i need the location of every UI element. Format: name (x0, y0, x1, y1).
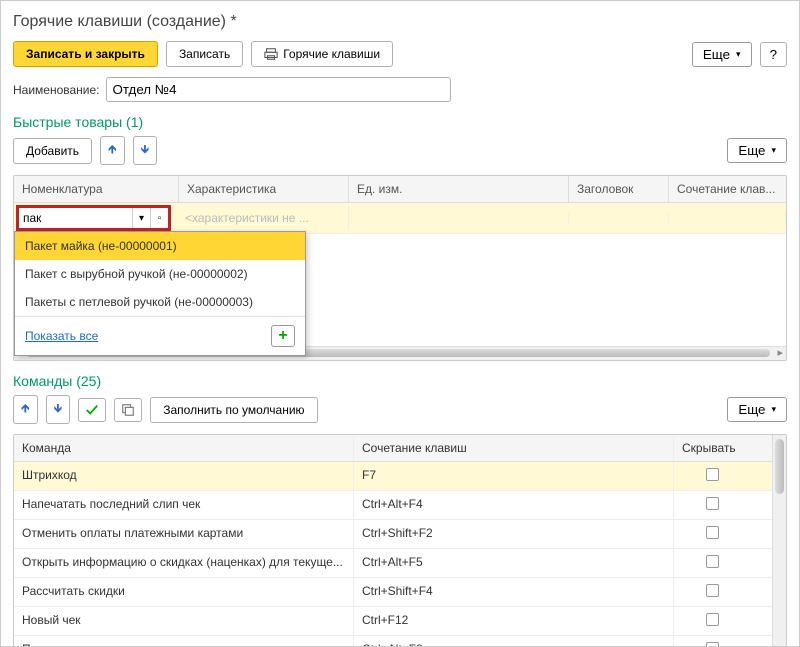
hide-checkbox[interactable] (706, 642, 719, 647)
command-row[interactable]: Рассчитать скидки Ctrl+Shift+F4 (14, 578, 772, 607)
command-row[interactable]: Штрихкод F7 (14, 462, 772, 491)
hide-checkbox[interactable] (706, 555, 719, 568)
hide-checkbox[interactable] (706, 584, 719, 597)
command-row[interactable]: Напечатать последний слип чек Ctrl+Alt+F… (14, 491, 772, 520)
unit-cell[interactable] (349, 213, 569, 223)
pencil-check-icon (85, 403, 99, 417)
dropdown-item[interactable]: Пакет с вырубной ручкой (не-00000002) (15, 260, 305, 288)
cmd-name: Штрихкод (14, 462, 354, 490)
show-all-link[interactable]: Показать все (25, 329, 98, 343)
hotkeys-button-label: Горячие клавиши (283, 47, 380, 61)
save-close-button[interactable]: Записать и закрыть (13, 41, 158, 67)
hide-checkbox[interactable] (706, 497, 719, 510)
cmd-keys: Ctrl+Shift+F2 (354, 520, 674, 548)
name-row: Наименование: (13, 77, 787, 102)
cmd-keys: Ctrl+Shift+F4 (354, 578, 674, 606)
commands-header: Команда Сочетание клавиш Скрывать (14, 435, 772, 462)
header-cell[interactable] (569, 213, 669, 223)
fast-goods-header: Номенклатура Характеристика Ед. изм. Заг… (14, 176, 786, 203)
commands-table: Команда Сочетание клавиш Скрывать Штрихк… (13, 434, 787, 647)
col-hide[interactable]: Скрывать (674, 435, 750, 461)
cmd-name: Отменить оплаты платежными картами (14, 520, 354, 548)
nomenclature-input[interactable] (19, 208, 132, 228)
move-up-button[interactable]: 🡹 (100, 136, 125, 165)
col-command-shortcut[interactable]: Сочетание клавиш (354, 435, 674, 461)
commands-title: Команды (25) (13, 373, 787, 389)
cmd-keys: Ctrl+F12 (354, 607, 674, 635)
dropdown-toggle-button[interactable]: ▾ (132, 208, 150, 228)
commands-vertical-scrollbar[interactable] (772, 435, 786, 647)
fast-goods-more-button[interactable]: Еще (727, 138, 787, 163)
printer-icon (264, 47, 278, 61)
fast-goods-body: ▾ ▫ <характеристики не ... Пакет майка (… (14, 203, 786, 346)
commands-toolbar: 🡹 🡻 Заполнить по умолчанию Еще (13, 395, 787, 424)
col-shortcut[interactable]: Сочетание клав... (669, 176, 786, 202)
add-new-button[interactable]: + (271, 325, 295, 347)
cmd-keys: Ctrl+Alt+F5 (354, 549, 674, 577)
col-header[interactable]: Заголовок (569, 176, 669, 202)
col-characteristic[interactable]: Характеристика (179, 176, 349, 202)
command-row[interactable]: Отменить оплаты платежными картами Ctrl+… (14, 520, 772, 549)
nomenclature-input-wrap: ▾ ▫ (16, 205, 171, 231)
cmd-name: Рассчитать скидки (14, 578, 354, 606)
copy-icon (121, 403, 135, 417)
cmd-keys: Ctrl+Alt+F8 (354, 636, 674, 647)
copy-button[interactable] (114, 398, 142, 422)
command-row[interactable]: Новый чек Ctrl+F12 (14, 607, 772, 636)
dropdown-item[interactable]: Пакет майка (не-00000001) (15, 232, 305, 260)
col-unit[interactable]: Ед. изм. (349, 176, 569, 202)
cmd-name: Новый чек (14, 607, 354, 635)
cmd-move-down-button[interactable]: 🡻 (46, 395, 71, 424)
window-title: Горячие клавиши (создание) * (13, 13, 787, 31)
name-input[interactable] (106, 77, 451, 102)
command-row[interactable]: Открыть информацию о скидках (наценках) … (14, 549, 772, 578)
commands-more-button[interactable]: Еще (727, 397, 787, 422)
cmd-name: Открыть информацию о скидках (наценках) … (14, 549, 354, 577)
hide-checkbox[interactable] (706, 526, 719, 539)
fast-goods-toolbar: Добавить 🡹 🡻 Еще (13, 136, 787, 165)
hotkeys-button[interactable]: Горячие клавиши (251, 41, 393, 67)
open-dialog-button[interactable]: ▫ (150, 208, 168, 228)
add-button[interactable]: Добавить (13, 138, 92, 164)
save-button[interactable]: Записать (166, 41, 243, 67)
characteristic-cell[interactable]: <характеристики не ... (179, 206, 349, 230)
cmd-name: Напечатать последний слип чек (14, 491, 354, 519)
shortcut-cell[interactable] (669, 213, 786, 223)
fast-goods-grid: Номенклатура Характеристика Ед. изм. Заг… (13, 175, 787, 361)
main-toolbar: Записать и закрыть Записать Горячие клав… (13, 41, 787, 67)
name-label: Наименование: (13, 83, 100, 97)
more-button[interactable]: Еще (692, 42, 752, 67)
move-down-button[interactable]: 🡻 (133, 136, 158, 165)
cmd-move-up-button[interactable]: 🡹 (13, 395, 38, 424)
dropdown-item[interactable]: Пакеты с петлевой ручкой (не-00000003) (15, 288, 305, 316)
cmd-keys: Ctrl+Alt+F4 (354, 491, 674, 519)
edit-button[interactable] (78, 398, 106, 422)
cmd-keys: F7 (354, 462, 674, 490)
hide-checkbox[interactable] (706, 468, 719, 481)
dropdown-footer: Показать все + (15, 316, 305, 355)
help-button[interactable]: ? (760, 42, 787, 67)
col-nomenclature[interactable]: Номенклатура (14, 176, 179, 202)
col-command[interactable]: Команда (14, 435, 354, 461)
hotkeys-window: Горячие клавиши (создание) * Записать и … (0, 0, 800, 647)
hide-checkbox[interactable] (706, 613, 719, 626)
fill-default-button[interactable]: Заполнить по умолчанию (150, 397, 317, 423)
fast-goods-title: Быстрые товары (1) (13, 114, 787, 130)
cmd-name: Получить вес (14, 636, 354, 647)
nomenclature-dropdown: Пакет майка (не-00000001) Пакет с вырубн… (14, 231, 306, 356)
command-row[interactable]: Получить вес Ctrl+Alt+F8 (14, 636, 772, 647)
fast-goods-row[interactable]: ▾ ▫ <характеристики не ... (14, 203, 786, 234)
